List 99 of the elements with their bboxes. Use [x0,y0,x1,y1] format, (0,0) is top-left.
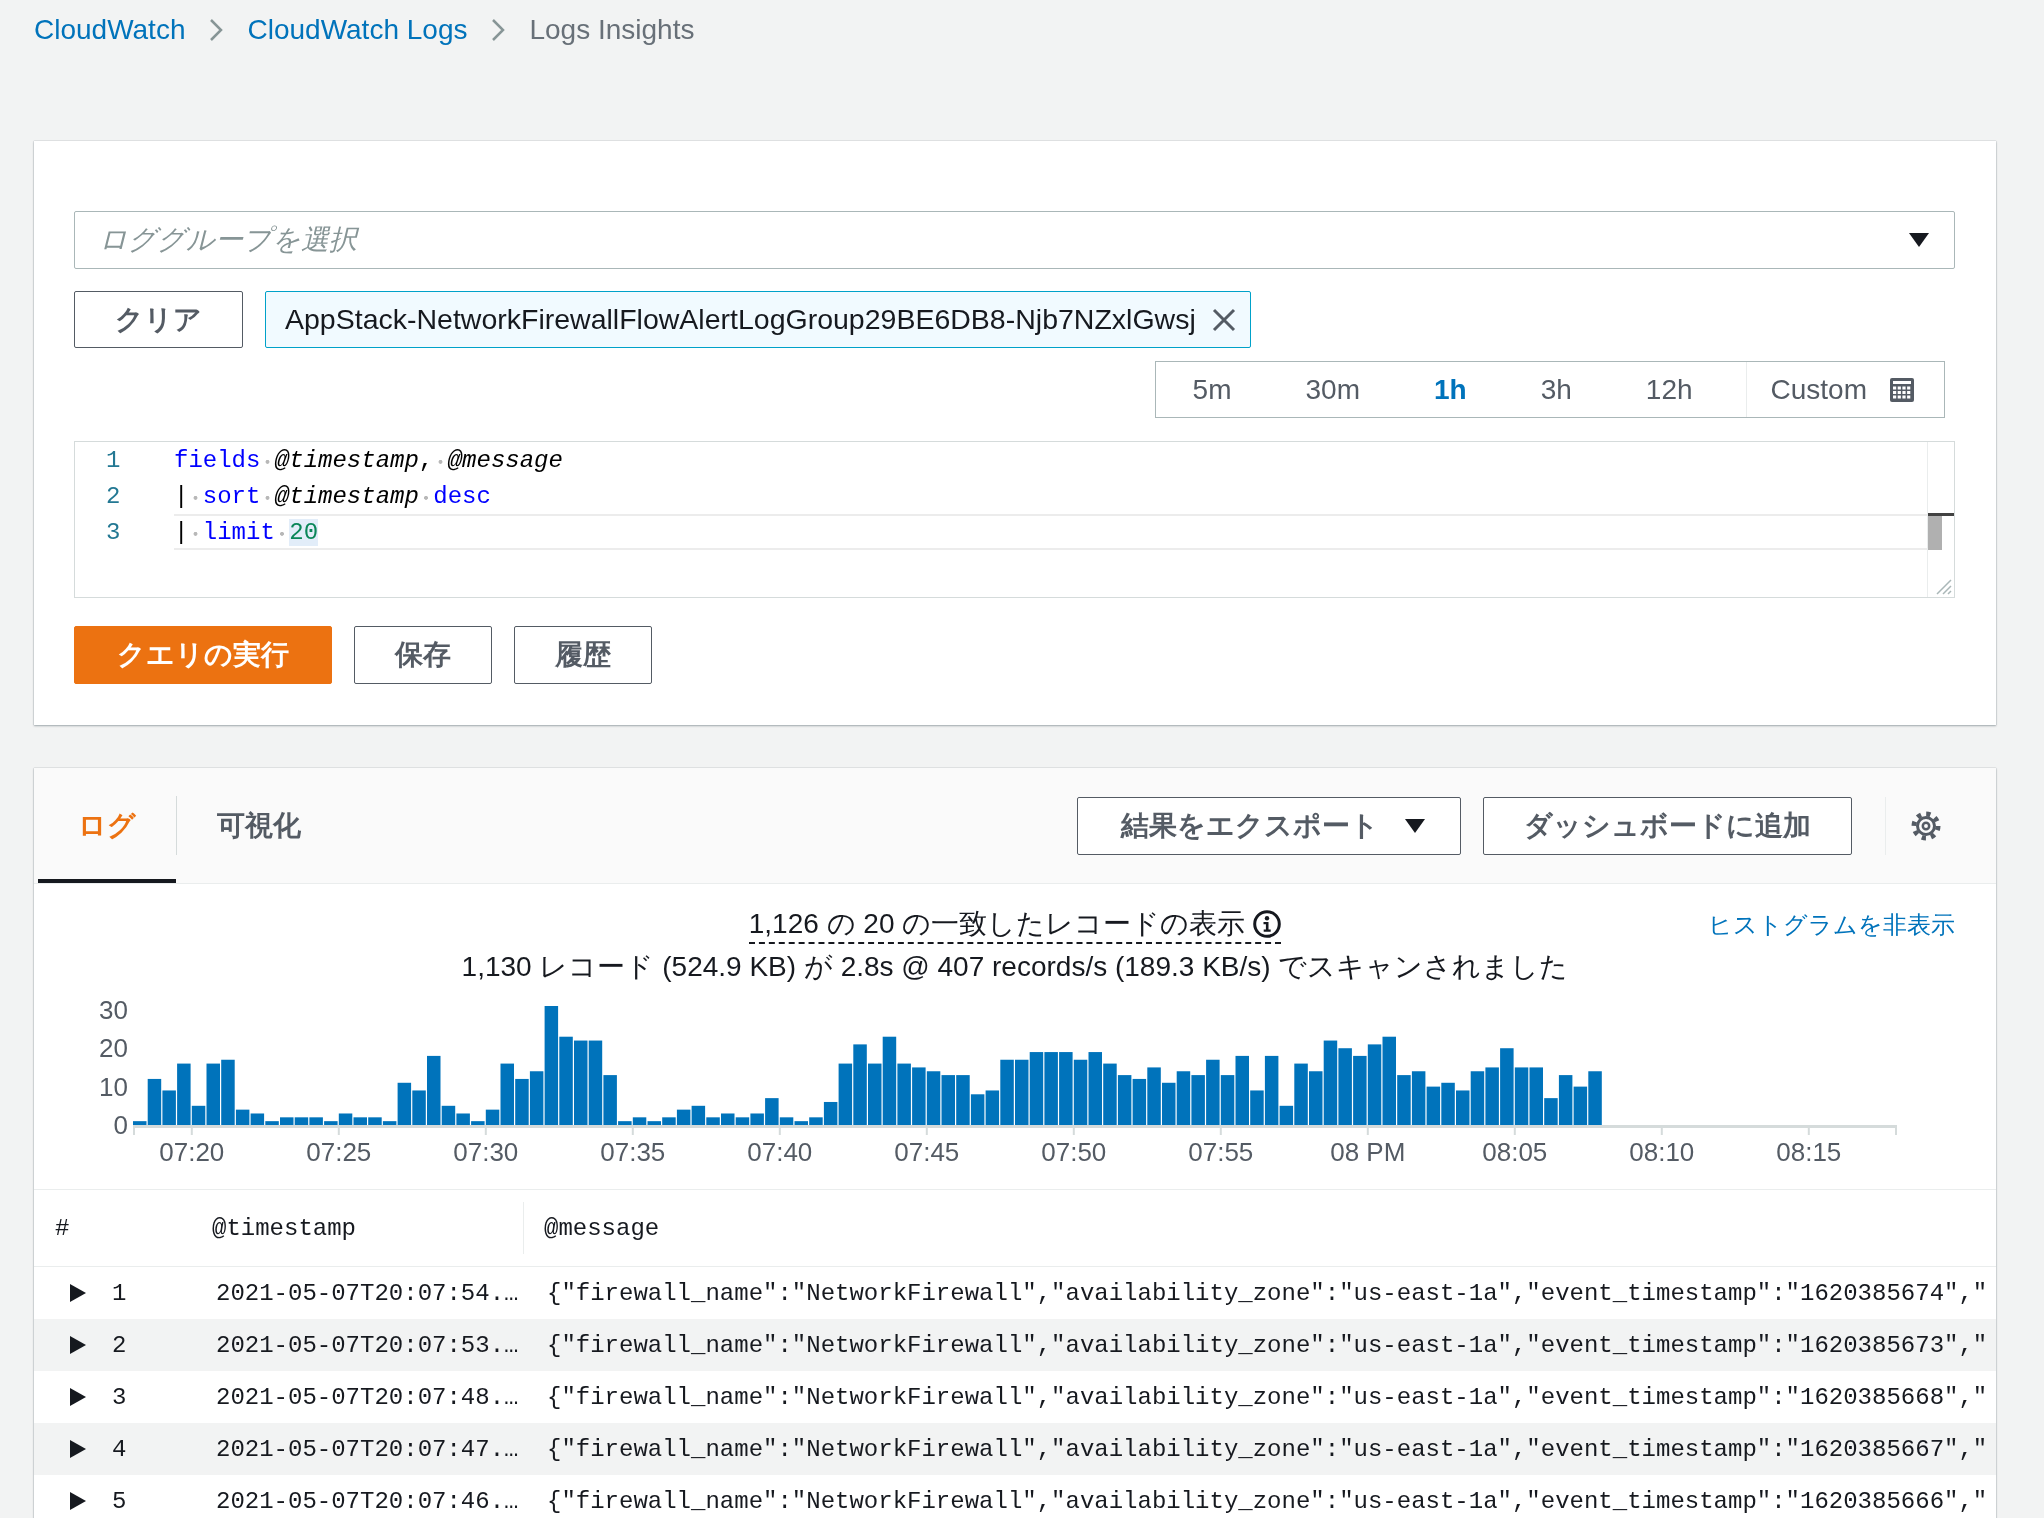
histogram-bar [1441,1082,1455,1125]
message-cell-text: {"firewall_name":"NetworkFirewall","availability_zone":"us-east-1a","event_timestamp":"1620385674"," [546,1279,1989,1307]
breadcrumb-link[interactable]: CloudWatch [34,14,186,46]
column-header: # [54,1213,71,1244]
histogram-bar [1353,1055,1367,1125]
histogram-bar [1176,1071,1191,1125]
breadcrumb-link[interactable]: CloudWatch Logs [247,14,468,46]
histogram-bar [515,1078,529,1125]
time-range-button[interactable]: 3h [1503,362,1609,417]
expand-triangle-icon[interactable] [70,1440,86,1458]
axis-tick-label: 0 [113,1110,128,1140]
chevron-right-icon [209,18,224,42]
axis-tick-label: 07:30 [453,1137,519,1167]
axis-tick-label: 20 [99,1033,128,1064]
calendar-icon [1890,377,1914,402]
histogram-bar [926,1071,941,1125]
scan-stats-text: 1,130 レコード (524.9 KB) が 2.8s @ 407 records/s (189.3 KB/s) でスキャンされました [461,950,1569,984]
message-cell-text: {"firewall_name":"NetworkFirewall","availability_zone":"us-east-1a","event_timestamp":"1620385667"," [546,1435,1989,1463]
code-line: | limit 20 [174,514,1927,550]
axis-tick-label: 07:45 [894,1137,960,1167]
row-number: 1 [112,1279,127,1307]
expand-triangle-icon[interactable] [70,1492,86,1510]
column-header: @message [523,1202,1996,1254]
line-number: 1 [105,445,122,476]
histogram-bar [941,1075,955,1125]
axis-tick-label: 30 [99,994,128,1025]
editor-scrollbar[interactable] [1927,442,1954,597]
row-number: 5 [112,1487,127,1515]
caret-down-icon [1405,818,1425,833]
histogram-bar [1485,1067,1499,1125]
tab[interactable]: 可視化 [177,768,341,883]
close-icon[interactable] [1211,307,1236,332]
breadcrumb-current: Logs Insights [529,14,695,46]
chevron-right-icon [491,18,506,42]
histogram-bar [1103,1063,1117,1125]
caret-down-icon [1909,233,1929,247]
code-line: fields @timestamp, @message [174,445,564,476]
message-cell-text: {"firewall_name":"NetworkFirewall","availability_zone":"us-east-1a","event_timestamp":"1620385673"," [546,1331,1989,1359]
axis-tick-label: 07:25 [306,1137,372,1167]
histogram-bar [1147,1067,1161,1125]
timestamp-cell-text: 2021-05-07T20:07:53.… [215,1331,520,1359]
resize-handle-icon[interactable] [1936,579,1952,595]
histogram-bar [1426,1086,1441,1125]
axis-tick-label: 08 PM [1330,1137,1406,1167]
custom-range-button[interactable]: Custom [1745,362,1944,417]
line-number: 3 [105,517,122,548]
histogram-bar [1191,1075,1205,1125]
histogram-bar [1117,1075,1132,1125]
expand-triangle-icon[interactable] [70,1388,86,1406]
info-icon [1253,910,1282,938]
histogram-bar [1588,1071,1602,1125]
histogram-bar [1220,1075,1235,1125]
message-cell-text: {"firewall_name":"NetworkFirewall","availability_zone":"us-east-1a","event_timestamp":"1620385668"," [546,1383,1989,1411]
line-number: 2 [105,481,122,512]
save-button[interactable]: 保存 [354,626,492,684]
time-range-button[interactable]: 30m [1268,362,1397,417]
histogram-bar [1162,1082,1176,1125]
axis-tick-label: 07:50 [1041,1137,1107,1167]
row-number: 2 [112,1331,127,1359]
expand-triangle-icon[interactable] [70,1336,86,1354]
column-header: @timestamp [211,1213,358,1244]
query-editor[interactable]: 1 fields @timestamp, @message 2 | sort @timestamp desc 3 | limit 20 [74,441,1955,598]
histogram-bar [1206,1059,1220,1125]
time-range-button[interactable]: 5m [1155,362,1269,417]
histogram-bar [1015,1059,1029,1125]
axis-tick-label: 07:40 [747,1137,813,1167]
hide-histogram-link[interactable]: ヒストグラムを非表示 [1708,909,1955,941]
message-cell-text: {"firewall_name":"NetworkFirewall","availability_zone":"us-east-1a","event_timestamp":"1620385666"," [546,1487,1989,1515]
history-button[interactable]: 履歴 [514,626,652,684]
histogram-bar [1411,1071,1426,1125]
timestamp-cell-text: 2021-05-07T20:07:54.… [215,1279,520,1307]
axis-tick-label: 07:35 [600,1137,666,1167]
matched-records-popover[interactable]: 1,126 の 20 の一致したレコードの表示 [748,906,1282,944]
export-results-button[interactable]: 結果をエクスポート [1077,796,1461,855]
expand-triangle-icon[interactable] [70,1284,86,1302]
axis-tick-label: 10 [99,1071,128,1102]
histogram-bar [1073,1059,1088,1125]
row-number: 4 [112,1435,127,1463]
histogram-bar [1132,1078,1147,1125]
histogram-bar [1573,1086,1588,1125]
axis-tick-label: 07:20 [159,1137,225,1167]
log-group-select[interactable]: ロググループを選択 [74,211,1955,269]
axis-tick-label: 08:05 [1482,1137,1548,1167]
time-range-button[interactable]: 12h [1608,362,1730,417]
axis-tick-label: 08:15 [1776,1137,1842,1167]
add-to-dashboard-button[interactable]: ダッシュボードに追加 [1483,796,1852,855]
time-range-button[interactable]: 1h [1396,362,1504,417]
axis-tick-label: 08:10 [1629,1137,1695,1167]
timestamp-cell-text: 2021-05-07T20:07:46.… [215,1487,520,1515]
settings-icon[interactable] [1911,810,1941,841]
log-group-name: AppStack-NetworkFirewallFlowAlertLogGroup29BE6DB8-Njb7NZxlGwsj [285,303,1196,336]
row-number: 3 [112,1383,127,1411]
histogram-bar [1514,1067,1529,1125]
histogram-bar [912,1067,926,1125]
timestamp-cell-text: 2021-05-07T20:07:47.… [215,1435,520,1463]
timestamp-cell-text: 2021-05-07T20:07:48.… [215,1383,520,1411]
clear-button[interactable]: クリア [74,291,243,348]
code-line: | sort @timestamp desc [174,481,492,512]
axis-tick-label: 07:55 [1188,1137,1254,1167]
